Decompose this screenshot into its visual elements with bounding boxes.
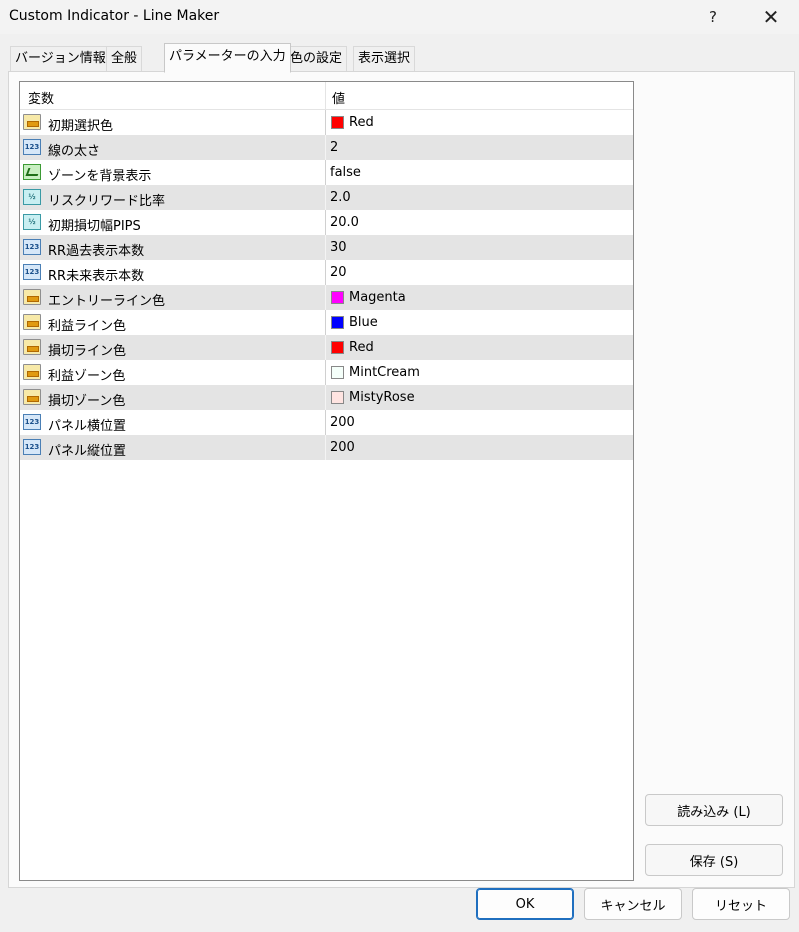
parameter-grid: 変数 値 初期選択色 Red 123 線の太さ 2 ゾーンを背景表示 false ½ リスクリワ… [19,81,634,881]
color-swatch [331,341,344,354]
table-row[interactable]: 123 パネル横位置 200 [20,410,633,435]
double-param-icon: ½ [23,214,41,230]
parameter-name: ゾーンを背景表示 [48,169,152,184]
table-row[interactable]: 123 パネル縦位置 200 [20,435,633,460]
table-row[interactable]: ½ リスクリワード比率 2.0 [20,185,633,210]
parameter-value[interactable]: false [330,165,361,180]
cell-divider [325,410,326,435]
parameter-name: パネル縦位置 [48,444,127,459]
cell-divider [325,235,326,260]
parameter-value[interactable]: Red [349,340,374,355]
cell-divider [325,110,326,135]
cell-divider [325,285,326,310]
parameter-value[interactable]: 2 [330,140,338,155]
color-param-icon [23,339,41,355]
parameter-value[interactable]: Magenta [349,290,406,305]
cell-divider [325,185,326,210]
parameter-name: エントリーライン色 [48,294,166,309]
cell-divider [325,260,326,285]
parameter-value[interactable]: 20 [330,265,347,280]
table-row[interactable]: エントリーライン色 Magenta [20,285,633,310]
color-swatch [331,366,344,379]
bool-param-icon [23,164,41,180]
color-swatch [331,116,344,129]
ok-button[interactable]: OK [476,888,574,920]
int-param-icon: 123 [23,414,41,430]
parameter-name: 利益ライン色 [48,319,127,334]
parameter-name: 初期損切幅PIPS [48,219,141,234]
cell-divider [325,360,326,385]
color-param-icon [23,114,41,130]
tab-general[interactable]: 全般 [106,46,143,71]
double-param-icon: ½ [23,189,41,205]
color-param-icon [23,364,41,380]
table-row[interactable]: 123 RR過去表示本数 30 [20,235,633,260]
tab-color-settings[interactable]: 色の設定 [285,46,348,71]
table-row[interactable]: ゾーンを背景表示 false [20,160,633,185]
parameter-name: 損切ゾーン色 [48,394,126,409]
cell-divider [325,160,326,185]
parameter-name: RR未来表示本数 [48,269,145,284]
cell-divider [325,335,326,360]
tab-version-info[interactable]: バージョン情報 [10,46,111,71]
cell-divider [325,435,326,460]
cell-divider [325,135,326,160]
parameter-value[interactable]: Red [349,115,374,130]
parameter-value[interactable]: 30 [330,240,347,255]
color-param-icon [23,289,41,305]
cell-divider [325,385,326,410]
parameter-value[interactable]: 20.0 [330,215,359,230]
color-param-icon [23,389,41,405]
column-header-value[interactable]: 値 [332,88,345,107]
int-param-icon: 123 [23,264,41,280]
column-divider[interactable] [325,82,326,109]
table-row[interactable]: 損切ライン色 Red [20,335,633,360]
table-row[interactable]: 利益ライン色 Blue [20,310,633,335]
window-title: Custom Indicator - Line Maker [9,8,220,24]
parameter-name: 線の太さ [48,144,101,159]
tab-display-selection[interactable]: 表示選択 [353,46,416,71]
cell-divider [325,210,326,235]
color-swatch [331,316,344,329]
table-row[interactable]: ½ 初期損切幅PIPS 20.0 [20,210,633,235]
table-row[interactable]: 利益ゾーン色 MintCream [20,360,633,385]
tab-input-parameters[interactable]: パラメーターの入力 [164,43,291,73]
reset-button[interactable]: リセット [692,888,790,920]
int-param-icon: 123 [23,439,41,455]
help-button[interactable]: ? [690,0,736,34]
parameter-value[interactable]: MistyRose [349,390,415,405]
parameter-name: パネル横位置 [48,419,127,434]
cell-divider [325,310,326,335]
table-row[interactable]: 123 線の太さ 2 [20,135,633,160]
parameter-name: 初期選択色 [48,119,114,134]
parameter-value[interactable]: 200 [330,440,355,455]
column-header-variable[interactable]: 変数 [28,88,54,107]
cancel-button[interactable]: キャンセル [584,888,682,920]
title-bar: Custom Indicator - Line Maker ? ✕ [0,0,799,34]
table-row[interactable]: 損切ゾーン色 MistyRose [20,385,633,410]
parameter-value[interactable]: 2.0 [330,190,351,205]
save-button[interactable]: 保存 (S) [645,844,783,876]
int-param-icon: 123 [23,239,41,255]
color-param-icon [23,314,41,330]
parameter-value[interactable]: 200 [330,415,355,430]
parameter-name: 損切ライン色 [48,344,127,359]
parameter-value[interactable]: MintCream [349,365,420,380]
close-button[interactable]: ✕ [748,0,794,34]
parameter-name: 利益ゾーン色 [48,369,126,384]
int-param-icon: 123 [23,139,41,155]
grid-header: 変数 値 [20,82,633,110]
table-row[interactable]: 初期選択色 Red [20,110,633,135]
table-row[interactable]: 123 RR未来表示本数 20 [20,260,633,285]
parameter-value[interactable]: Blue [349,315,378,330]
parameter-name: リスクリワード比率 [48,194,166,209]
parameter-name: RR過去表示本数 [48,244,145,259]
color-swatch [331,291,344,304]
load-button[interactable]: 読み込み (L) [645,794,783,826]
color-swatch [331,391,344,404]
